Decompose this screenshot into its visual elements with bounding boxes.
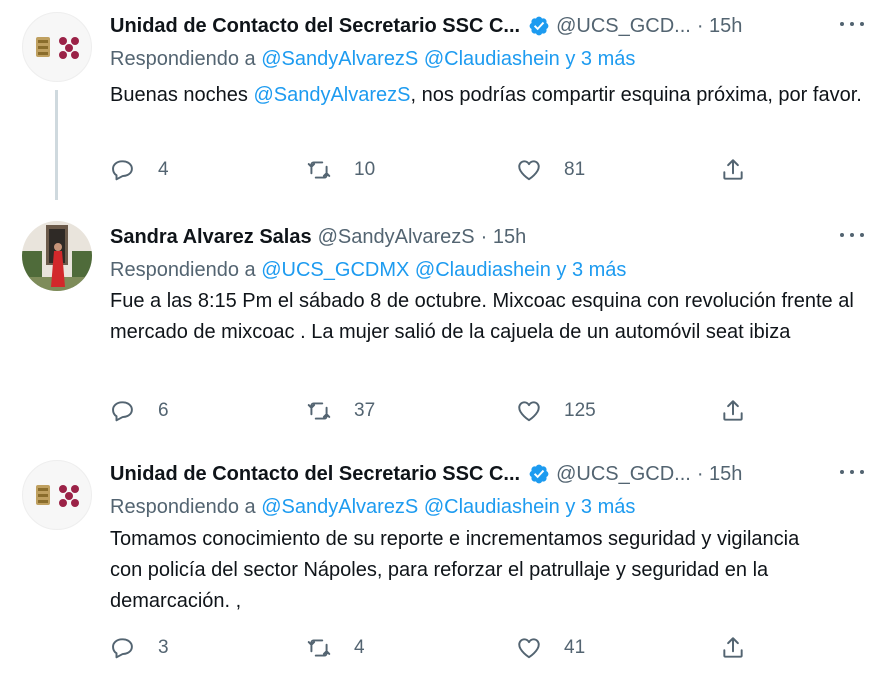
replying-to: Respondiendo a @UCS_GCDMX @Claudiashein … bbox=[110, 259, 626, 282]
tweet-actions: 6 37 125 bbox=[110, 391, 770, 431]
author-name[interactable]: Unidad de Contacto del Secretario SSC C.… bbox=[110, 15, 520, 38]
share-button[interactable] bbox=[720, 628, 746, 668]
author-name[interactable]: Unidad de Contacto del Secretario SSC C.… bbox=[110, 463, 520, 486]
replying-to: Respondiendo a @SandyAlvarezS @Claudiash… bbox=[110, 496, 635, 519]
share-icon bbox=[723, 159, 743, 180]
tweet-text: Tomamos conocimiento de su reporte e inc… bbox=[110, 528, 800, 612]
tweet-3[interactable]: Unidad de Contacto del Secretario SSC C.… bbox=[0, 458, 888, 678]
avatar-sandra[interactable] bbox=[22, 221, 92, 291]
retweet-button[interactable]: 4 bbox=[306, 628, 365, 668]
thread-line bbox=[55, 90, 58, 200]
like-count: 125 bbox=[564, 400, 596, 421]
more-icon[interactable] bbox=[840, 12, 864, 36]
tweet-actions: 3 4 41 bbox=[110, 628, 770, 668]
tweet-time[interactable]: · 15h bbox=[697, 463, 743, 486]
tweet-header: Unidad de Contacto del Secretario SSC C.… bbox=[110, 458, 888, 490]
reply-button[interactable]: 4 bbox=[110, 150, 169, 190]
reply-count: 6 bbox=[158, 400, 169, 421]
replying-to-label: Respondiendo a bbox=[110, 496, 262, 518]
author-handle[interactable]: @UCS_GCD... bbox=[556, 463, 691, 486]
reply-button[interactable]: 3 bbox=[110, 628, 169, 668]
tweet-header: Unidad de Contacto del Secretario SSC C.… bbox=[110, 10, 888, 42]
retweet-icon bbox=[307, 402, 331, 420]
share-icon bbox=[723, 400, 743, 421]
avatar-ucs[interactable] bbox=[22, 460, 92, 530]
author-handle[interactable]: @SandyAlvarezS bbox=[318, 226, 475, 249]
heart-icon bbox=[518, 160, 540, 181]
mention-link[interactable]: @SandyAlvarezS bbox=[253, 84, 410, 106]
like-count: 81 bbox=[564, 159, 586, 180]
retweet-count: 4 bbox=[354, 637, 365, 658]
more-icon[interactable] bbox=[840, 460, 864, 484]
reply-icon bbox=[112, 401, 133, 422]
reply-count: 3 bbox=[158, 637, 169, 658]
tweet-text-end: , nos podrías compartir esquina próxima,… bbox=[410, 84, 862, 106]
tweet-2[interactable]: Sandra Alvarez Salas @SandyAlvarezS · 15… bbox=[0, 221, 888, 451]
more-icon[interactable] bbox=[840, 223, 864, 247]
replying-to-links[interactable]: @SandyAlvarezS @Claudiashein y 3 más bbox=[261, 48, 635, 70]
share-button[interactable] bbox=[720, 391, 746, 431]
verified-badge-icon bbox=[529, 16, 549, 36]
tweet-text: Fue a las 8:15 Pm el sábado 8 de octubre… bbox=[110, 290, 854, 343]
tweet-header: Sandra Alvarez Salas @SandyAlvarezS · 15… bbox=[110, 221, 888, 253]
heart-icon bbox=[518, 401, 540, 422]
like-button[interactable]: 81 bbox=[516, 150, 585, 190]
retweet-count: 10 bbox=[354, 159, 376, 180]
like-button[interactable]: 125 bbox=[516, 391, 596, 431]
reply-icon bbox=[112, 638, 133, 659]
heart-icon bbox=[518, 638, 540, 659]
tweet-time[interactable]: · 15h bbox=[481, 226, 527, 249]
author-handle[interactable]: @UCS_GCD... bbox=[556, 15, 691, 38]
replying-to-label: Respondiendo a bbox=[110, 48, 262, 70]
tweet-actions: 4 10 81 bbox=[110, 150, 770, 190]
replying-to-label: Respondiendo a bbox=[110, 259, 262, 281]
like-count: 41 bbox=[564, 637, 586, 658]
tweet-1[interactable]: Unidad de Contacto del Secretario SSC C.… bbox=[0, 10, 888, 200]
share-button[interactable] bbox=[720, 150, 746, 190]
retweet-icon bbox=[307, 639, 331, 657]
retweet-icon bbox=[307, 161, 331, 179]
avatar-ucs[interactable] bbox=[22, 12, 92, 82]
tweet-text-start: Buenas noches bbox=[110, 84, 254, 106]
verified-badge-icon bbox=[529, 464, 549, 484]
reply-icon bbox=[112, 160, 133, 181]
replying-to-links[interactable]: @SandyAlvarezS @Claudiashein y 3 más bbox=[261, 496, 635, 518]
replying-to: Respondiendo a @SandyAlvarezS @Claudiash… bbox=[110, 48, 635, 71]
retweet-button[interactable]: 37 bbox=[306, 391, 375, 431]
retweet-count: 37 bbox=[354, 400, 376, 421]
tweet-time[interactable]: · 15h bbox=[697, 15, 743, 38]
reply-button[interactable]: 6 bbox=[110, 391, 169, 431]
share-icon bbox=[723, 637, 743, 658]
tweet-text: Buenas noches @SandyAlvarezS, nos podría… bbox=[110, 80, 870, 111]
author-name[interactable]: Sandra Alvarez Salas bbox=[110, 226, 312, 249]
retweet-button[interactable]: 10 bbox=[306, 150, 375, 190]
like-button[interactable]: 41 bbox=[516, 628, 585, 668]
replying-to-links[interactable]: @UCS_GCDMX @Claudiashein y 3 más bbox=[261, 259, 626, 281]
reply-count: 4 bbox=[158, 159, 169, 180]
